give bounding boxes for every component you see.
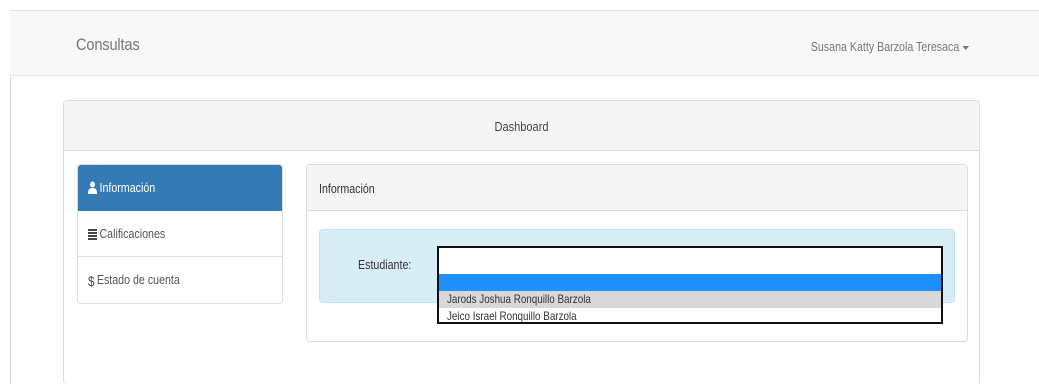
caret-down-icon — [962, 45, 969, 50]
user-menu-dropdown[interactable]: Susana Katty Barzola Teresaca — [811, 39, 969, 54]
informacion-title: Información — [319, 181, 375, 196]
sidebar-item-label: Estado de cuenta — [96, 272, 180, 287]
dropdown-option[interactable]: Jeico Israel Ronquillo Barzola — [439, 308, 941, 325]
dashboard-title: Dashboard — [494, 119, 549, 134]
estudiante-select-value[interactable] — [439, 248, 941, 274]
navbar-brand[interactable]: Consultas — [76, 35, 140, 55]
dropdown-option[interactable]: Jarods Joshua Ronquillo Barzola — [439, 291, 941, 308]
user-icon — [88, 181, 98, 197]
dropdown-highlight-row[interactable] — [439, 274, 941, 291]
sidebar-menu: Información Calificaciones $ Estado de cu… — [77, 164, 283, 304]
sidebar-item-estado-de-cuenta[interactable]: $ Estado de cuenta — [78, 257, 282, 303]
sidebar-item-label: Información — [99, 180, 156, 195]
user-name: Susana Katty Barzola Teresaca — [810, 39, 960, 54]
list-icon — [88, 228, 98, 243]
dashboard-heading: Dashboard — [64, 101, 979, 151]
dollar-icon: $ — [88, 273, 95, 289]
top-navbar: Consultas Susana Katty Barzola Teresaca — [10, 10, 1039, 76]
informacion-heading: Información — [307, 165, 967, 211]
sidebar-item-calificaciones[interactable]: Calificaciones — [78, 211, 282, 257]
sidebar-item-informacion[interactable]: Información — [78, 165, 282, 211]
estudiante-label: Estudiante: — [358, 257, 412, 272]
estudiante-select[interactable]: Jarods Joshua Ronquillo Barzola Jeico Is… — [437, 246, 943, 324]
sidebar-item-label: Calificaciones — [99, 226, 166, 241]
